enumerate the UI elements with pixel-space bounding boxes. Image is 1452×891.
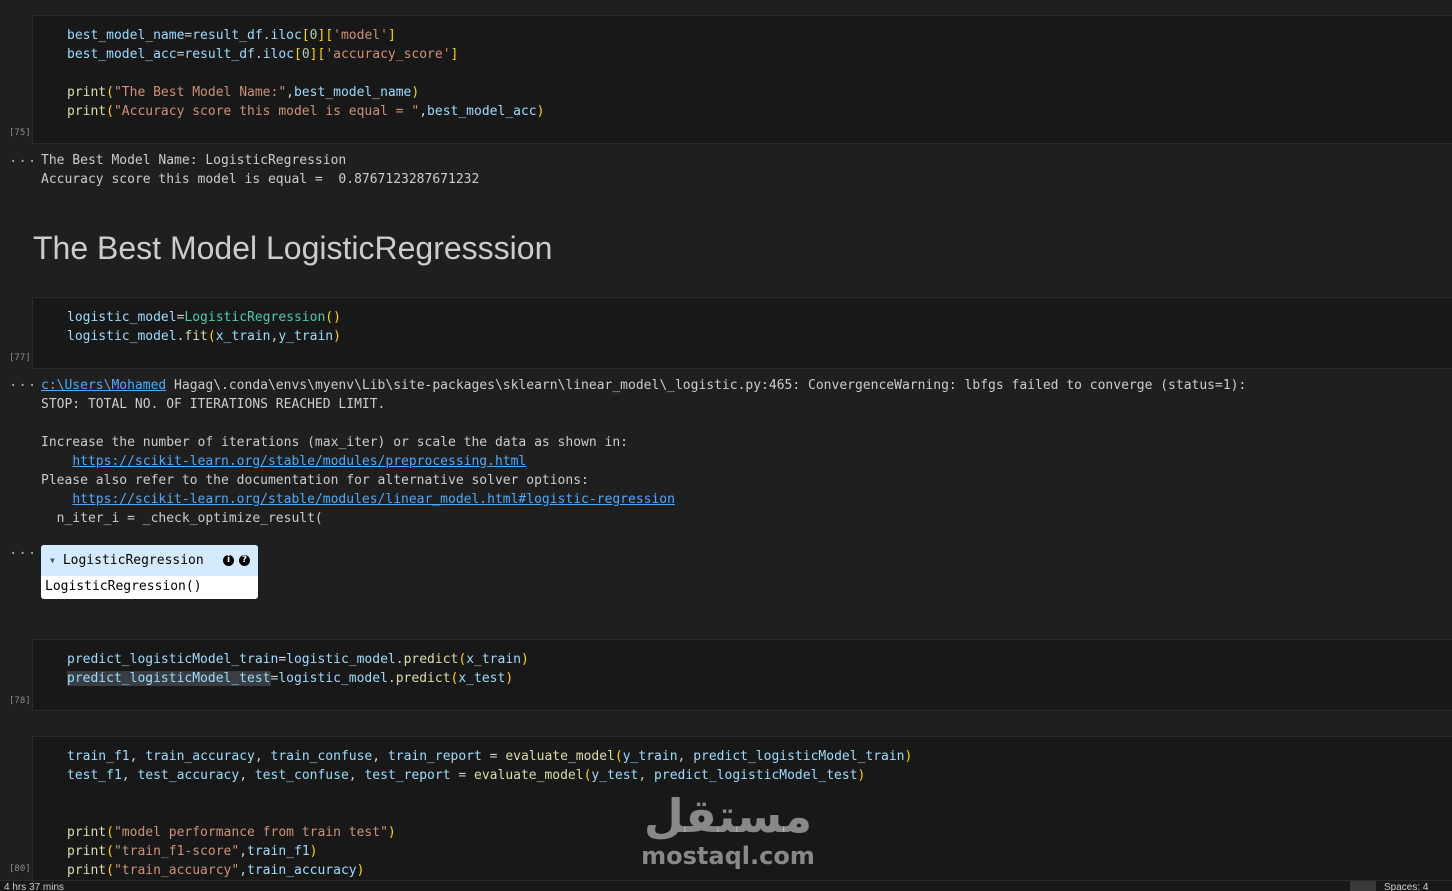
execution-count: [80] — [9, 864, 31, 874]
code-cell-77[interactable]: logistic_model=LogisticRegression() logi… — [32, 297, 1452, 369]
output-line: The Best Model Name: LogisticRegression — [41, 153, 347, 168]
execution-count: [75] — [9, 128, 31, 138]
warning-line: n_iter_i = _check_optimize_result( — [41, 511, 323, 526]
code-editor[interactable]: best_model_name=result_df.iloc[0]['model… — [67, 26, 544, 121]
estimator-widget[interactable]: ▼ LogisticRegression i ? LogisticRegress… — [41, 545, 258, 599]
code-cell-78[interactable]: predict_logisticModel_train=logistic_mod… — [32, 639, 1452, 711]
collapse-arrow-icon[interactable]: ▼ — [50, 556, 55, 565]
status-bar: 4 hrs 37 mins Spaces: 4 — [0, 880, 1452, 891]
code-cell-75[interactable]: best_model_name=result_df.iloc[0]['model… — [32, 15, 1452, 144]
estimator-title: LogisticRegression — [62, 553, 204, 568]
output-menu-icon[interactable]: ... — [9, 150, 37, 166]
warning-output: c:\Users\Mohamed Hagag\.conda\envs\myenv… — [41, 376, 1246, 528]
code-editor[interactable]: logistic_model=LogisticRegression() logi… — [67, 308, 341, 346]
output-menu-icon[interactable]: ... — [9, 374, 37, 390]
execution-count: [77] — [9, 353, 31, 363]
markdown-heading: The Best Model LogisticRegresssion — [33, 230, 553, 266]
file-path-link[interactable]: c:\Users\Mohamed — [41, 378, 166, 393]
cell-output: The Best Model Name: LogisticRegression … — [41, 151, 479, 189]
output-menu-icon[interactable]: ... — [9, 542, 37, 558]
help-icon[interactable]: ? — [239, 555, 250, 566]
warning-line: STOP: TOTAL NO. OF ITERATIONS REACHED LI… — [41, 397, 386, 412]
watermark: مستقل mostaql.com — [638, 790, 818, 870]
code-editor[interactable]: predict_logisticModel_train=logistic_mod… — [67, 650, 529, 688]
preprocessing-doc-link[interactable]: https://scikit-learn.org/stable/modules/… — [72, 454, 526, 469]
estimator-repr: LogisticRegression() — [45, 579, 202, 594]
warning-line: Increase the number of iterations (max_i… — [41, 435, 628, 450]
logistic-regression-doc-link[interactable]: https://scikit-learn.org/stable/modules/… — [72, 492, 675, 507]
watermark-latin: mostaql.com — [641, 842, 815, 870]
warning-line: Hagag\.conda\envs\myenv\Lib\site-package… — [166, 378, 1247, 393]
execution-count: [78] — [9, 696, 31, 706]
watermark-arabic: مستقل — [643, 789, 813, 843]
info-icon[interactable]: i — [223, 555, 234, 566]
output-line: Accuracy score this model is equal = 0.8… — [41, 172, 480, 187]
estimator-header[interactable]: ▼ LogisticRegression i ? — [41, 545, 258, 576]
warning-line: Please also refer to the documentation f… — [41, 473, 589, 488]
